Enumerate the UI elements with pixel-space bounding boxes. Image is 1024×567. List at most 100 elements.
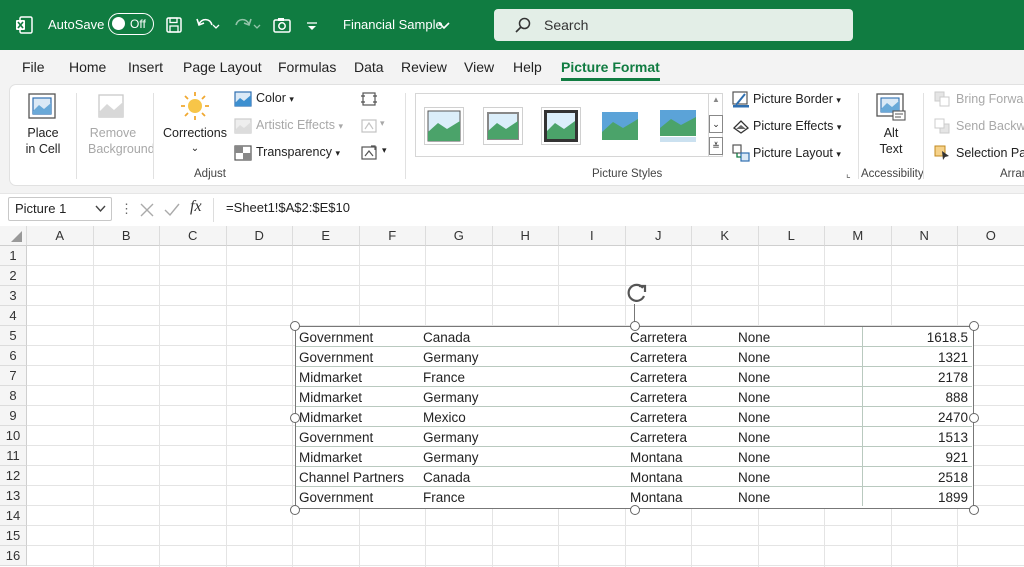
- row-header-13[interactable]: 13: [0, 486, 27, 506]
- redo-icon[interactable]: [232, 15, 262, 35]
- picture-layout-button[interactable]: Picture Layout ▾: [753, 146, 841, 160]
- tab-picture-format[interactable]: Picture Format: [561, 59, 660, 81]
- camera-icon[interactable]: [272, 15, 292, 35]
- resize-handle[interactable]: [969, 505, 979, 515]
- column-header-e[interactable]: E: [293, 226, 360, 246]
- tab-data[interactable]: Data: [354, 59, 384, 75]
- cancel-icon[interactable]: [139, 202, 155, 218]
- row-header-6[interactable]: 6: [0, 346, 27, 366]
- row-header-12[interactable]: 12: [0, 466, 27, 486]
- alt-text-button[interactable]: Alt Text: [874, 125, 908, 157]
- row-header-1[interactable]: 1: [0, 246, 27, 266]
- resize-handle[interactable]: [290, 413, 300, 423]
- resize-handle[interactable]: [969, 321, 979, 331]
- picture-table-value-cell: 921: [862, 447, 972, 466]
- resize-handle[interactable]: [629, 505, 640, 515]
- column-header-l[interactable]: L: [758, 226, 825, 246]
- tab-review[interactable]: Review: [401, 59, 447, 75]
- column-header-a[interactable]: A: [27, 226, 94, 246]
- remove-background-button[interactable]: Remove Background: [88, 125, 155, 157]
- column-header-n[interactable]: N: [891, 226, 958, 246]
- tab-file[interactable]: File: [22, 59, 45, 75]
- column-header-g[interactable]: G: [426, 226, 493, 246]
- formula-input[interactable]: =Sheet1!$A$2:$E$10: [226, 200, 350, 215]
- column-header-m[interactable]: M: [825, 226, 892, 246]
- picture-table-cell: Mexico: [423, 410, 466, 425]
- tab-page-layout[interactable]: Page Layout: [183, 59, 262, 75]
- change-picture-icon[interactable]: [360, 117, 378, 135]
- corrections-button[interactable]: Corrections ⌄: [162, 125, 228, 157]
- row-header-4[interactable]: 4: [0, 306, 27, 326]
- picture-style-5[interactable]: [658, 107, 698, 145]
- gallery-down-icon[interactable]: ⌄: [709, 115, 723, 133]
- column-header-j[interactable]: J: [625, 226, 692, 246]
- picture-1[interactable]: Government Canada Carretera None 1618.5 Gover…: [295, 326, 974, 509]
- tab-formulas[interactable]: Formulas: [278, 59, 336, 75]
- column-header-c[interactable]: C: [160, 226, 227, 246]
- row-header-15[interactable]: 15: [0, 526, 27, 546]
- tab-view[interactable]: View: [464, 59, 494, 75]
- gallery-more-icon[interactable]: ≚: [709, 137, 723, 155]
- column-header-o[interactable]: O: [958, 226, 1024, 246]
- reset-picture-icon[interactable]: [360, 144, 378, 162]
- row-header-9[interactable]: 9: [0, 406, 27, 426]
- column-header-d[interactable]: D: [226, 226, 293, 246]
- row-header-10[interactable]: 10: [0, 426, 27, 446]
- spreadsheet-grid: ABCDEFGHIJKLMNO 1 2 3 4 5 6 7 8 9 10 11 12 13 14 15 16 …: [0, 226, 1024, 567]
- place-in-cell-label-2: in Cell: [25, 142, 61, 156]
- customize-toolbar-icon[interactable]: [305, 15, 319, 35]
- row-header-5[interactable]: 5: [0, 326, 27, 346]
- picture-table-row: Midmarket France Carretera None 2178: [296, 367, 972, 387]
- column-header-i[interactable]: I: [559, 226, 626, 246]
- tab-insert[interactable]: Insert: [128, 59, 163, 75]
- column-header-b[interactable]: B: [93, 226, 160, 246]
- resize-handle[interactable]: [629, 321, 640, 331]
- row-header-3[interactable]: 3: [0, 286, 27, 306]
- rotate-handle-icon[interactable]: [624, 280, 650, 306]
- name-box[interactable]: Picture 1: [8, 197, 112, 221]
- insert-function-icon[interactable]: fx: [190, 198, 202, 216]
- row-header-14[interactable]: 14: [0, 506, 27, 526]
- tab-help[interactable]: Help: [513, 59, 542, 75]
- dialog-launcher-icon[interactable]: ⌞: [846, 169, 851, 180]
- selection-pane-button[interactable]: Selection Pane: [956, 146, 1024, 160]
- picture-border-label: Picture Border: [753, 92, 833, 106]
- picture-style-4[interactable]: [600, 107, 640, 145]
- color-button[interactable]: Color ▾: [256, 91, 294, 105]
- file-name[interactable]: Financial Sample: [343, 17, 443, 32]
- picture-style-2[interactable]: [483, 107, 523, 145]
- resize-handle[interactable]: [290, 505, 300, 515]
- resize-handle[interactable]: [290, 321, 300, 331]
- row-header-2[interactable]: 2: [0, 266, 27, 286]
- chevron-down-icon[interactable]: [437, 15, 451, 35]
- column-header-h[interactable]: H: [492, 226, 559, 246]
- row-header-8[interactable]: 8: [0, 386, 27, 406]
- autosave-toggle[interactable]: Off: [108, 13, 154, 35]
- tab-home[interactable]: Home: [69, 59, 106, 75]
- transparency-button[interactable]: Transparency ▾: [256, 145, 340, 159]
- save-icon[interactable]: [164, 15, 184, 35]
- select-all-corner[interactable]: [0, 226, 27, 246]
- gallery-up-icon[interactable]: ▲: [712, 95, 720, 104]
- row-header-11[interactable]: 11: [0, 446, 27, 466]
- picture-effects-button[interactable]: Picture Effects ▾: [753, 119, 841, 133]
- more-options-icon[interactable]: ⋮: [120, 201, 133, 217]
- column-header-f[interactable]: F: [359, 226, 426, 246]
- picture-border-button[interactable]: Picture Border ▾: [753, 92, 841, 106]
- undo-icon[interactable]: [194, 15, 222, 35]
- place-in-cell-button[interactable]: Place in Cell: [24, 125, 62, 157]
- compress-pictures-icon[interactable]: [360, 90, 378, 108]
- send-backward-button[interactable]: Send Backward: [956, 119, 1024, 133]
- resize-handle[interactable]: [969, 413, 979, 423]
- search-box[interactable]: Search: [494, 9, 853, 41]
- row-header-7[interactable]: 7: [0, 366, 27, 386]
- picture-table-value: 888: [945, 390, 968, 405]
- row-header-16[interactable]: 16: [0, 546, 27, 566]
- bring-forward-button[interactable]: Bring Forward: [956, 92, 1024, 106]
- picture-style-1[interactable]: [424, 107, 464, 145]
- column-header-k[interactable]: K: [692, 226, 759, 246]
- enter-icon[interactable]: [163, 202, 181, 218]
- picture-style-3[interactable]: [541, 107, 581, 145]
- picture-table-cell: Montana: [630, 450, 683, 465]
- artistic-effects-button[interactable]: Artistic Effects ▾: [256, 118, 343, 132]
